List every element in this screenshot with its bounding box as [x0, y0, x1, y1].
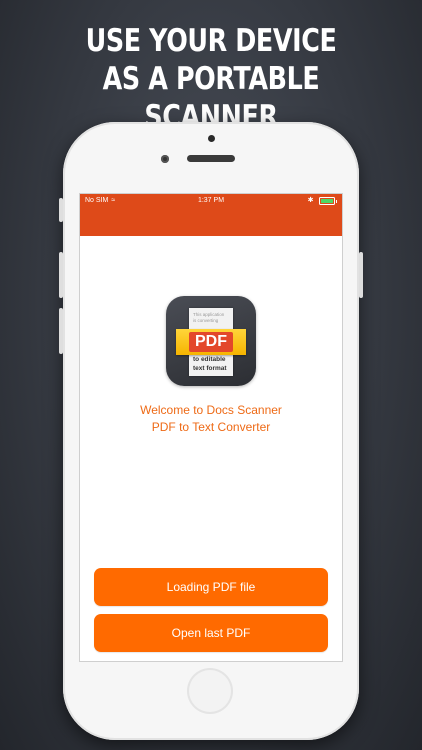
battery-fill [320, 199, 333, 203]
headline: USE YOUR DEVICE AS A PORTABLE SCANNER [38, 22, 384, 136]
earpiece-speaker [187, 155, 235, 162]
headline-line-1: USE YOUR DEVICE [85, 23, 337, 59]
welcome-line-1: Welcome to Docs Scanner [140, 403, 282, 417]
bluetooth-icon: ✱ [307, 197, 314, 204]
pdf-label: PDF [189, 332, 233, 352]
loading-pdf-file-button[interactable]: Loading PDF file [94, 568, 328, 606]
mute-switch [59, 198, 63, 222]
battery-nub [335, 199, 337, 203]
doc-line-5: to editable [193, 356, 226, 363]
status-right: ✱ [308, 194, 337, 208]
open-last-pdf-button[interactable]: Open last PDF [94, 614, 328, 652]
volume-down-button [59, 308, 63, 354]
doc-line-2: is converting [193, 318, 219, 323]
welcome-text: Welcome to Docs Scanner PDF to Text Conv… [80, 402, 342, 436]
phone-screen: No SIM ≈ 1:37 PM ✱ This application is co… [80, 194, 342, 661]
status-bar: No SIM ≈ 1:37 PM ✱ [80, 194, 342, 208]
power-button [359, 252, 363, 298]
proximity-sensor [161, 155, 169, 163]
doc-line-6: text format [193, 365, 227, 372]
battery-icon [318, 197, 335, 205]
status-time: 1:37 PM [197, 197, 225, 204]
front-camera [208, 135, 215, 142]
phone-frame: No SIM ≈ 1:37 PM ✱ This application is co… [59, 122, 363, 740]
volume-up-button [59, 252, 63, 298]
welcome-line-2: PDF to Text Converter [151, 420, 271, 434]
app-logo: This application is converting to editab… [166, 296, 256, 386]
pdf-band: PDF [176, 329, 246, 355]
home-button[interactable] [187, 668, 233, 714]
navigation-bar: No SIM ≈ 1:37 PM ✱ [80, 194, 342, 236]
